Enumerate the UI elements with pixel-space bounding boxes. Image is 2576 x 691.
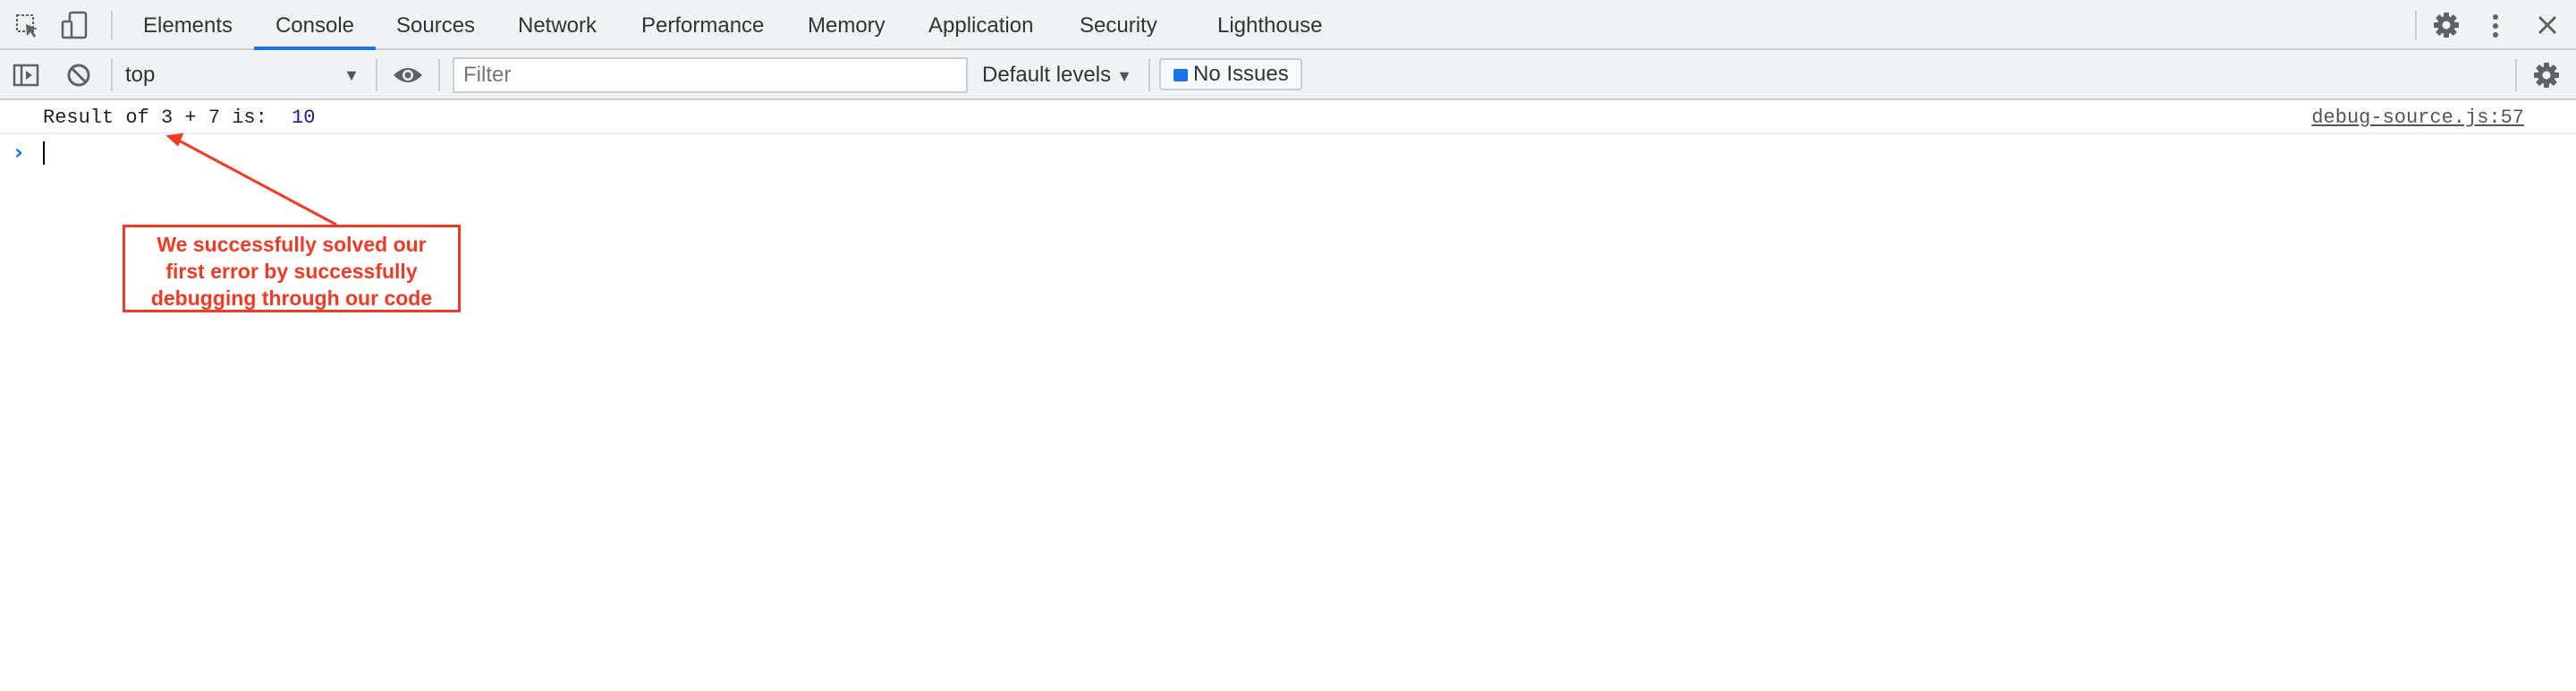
tab-network[interactable]: Network xyxy=(518,0,597,48)
filter-input[interactable] xyxy=(453,57,968,93)
annotation-line-1: We successfully solved our xyxy=(157,233,427,256)
prompt-chevron-icon: › xyxy=(14,140,23,165)
context-selector[interactable]: top ▼ xyxy=(125,57,367,93)
console-message-text: Result of 3 + 7 is: xyxy=(43,107,280,129)
annotation-line-2: first error by successfully xyxy=(165,260,418,283)
more-vert-icon[interactable] xyxy=(2485,13,2506,39)
console-message-row: Result of 3 + 7 is: 10 debug-source.js:5… xyxy=(0,100,2576,134)
console-prompt[interactable]: › xyxy=(0,136,2576,168)
toolbar-divider-2 xyxy=(376,59,377,91)
console-message-value: 10 xyxy=(292,107,316,129)
close-icon[interactable] xyxy=(2537,14,2558,36)
toolbar-divider-5 xyxy=(2515,59,2517,91)
message-icon xyxy=(1174,69,1188,81)
sidebar-toggle-icon[interactable] xyxy=(13,64,39,87)
device-toolbar-icon[interactable] xyxy=(61,11,89,39)
inspect-element-icon[interactable] xyxy=(14,13,41,39)
text-cursor xyxy=(43,141,45,165)
eye-icon[interactable] xyxy=(392,64,424,86)
source-link[interactable]: debug-source.js:57 xyxy=(2311,107,2524,129)
tab-security[interactable]: Security xyxy=(1080,0,1157,48)
issues-button[interactable]: No Issues xyxy=(1159,58,1302,90)
settings-gear-icon[interactable] xyxy=(2433,12,2460,38)
chevron-down-icon: ▼ xyxy=(343,66,360,84)
toolbar-divider-4 xyxy=(1148,59,1150,91)
chevron-down-icon: ▼ xyxy=(1116,67,1132,85)
issues-label: No Issues xyxy=(1193,62,1289,86)
tabbar-right-divider xyxy=(2415,11,2417,39)
tab-console-label: Console xyxy=(275,13,355,38)
clear-console-icon[interactable] xyxy=(66,63,91,88)
tab-console[interactable]: Console xyxy=(254,0,376,50)
tab-memory[interactable]: Memory xyxy=(808,0,886,48)
tab-lighthouse[interactable]: Lighthouse xyxy=(1217,0,1322,48)
tab-sources[interactable]: Sources xyxy=(396,0,475,48)
tabbar-divider xyxy=(111,11,113,39)
log-levels-label: Default levels xyxy=(982,63,1112,87)
devtools-tabbar: Elements Console Sources Network Perform… xyxy=(0,0,2576,50)
annotation-callout: We successfully solved our first error b… xyxy=(123,225,461,312)
tab-elements[interactable]: Elements xyxy=(143,0,233,48)
log-levels-dropdown[interactable]: Default levels ▼ xyxy=(982,57,1132,93)
context-selector-value: top xyxy=(125,63,156,87)
toolbar-divider-3 xyxy=(438,59,440,91)
toolbar-divider-1 xyxy=(111,59,113,91)
annotation-line-3: debugging through our code xyxy=(150,286,433,310)
console-settings-gear-icon[interactable] xyxy=(2533,62,2560,89)
tab-application[interactable]: Application xyxy=(928,0,1033,48)
tab-performance[interactable]: Performance xyxy=(641,0,764,48)
console-toolbar: top ▼ Default levels▼ No Issues xyxy=(0,50,2576,100)
